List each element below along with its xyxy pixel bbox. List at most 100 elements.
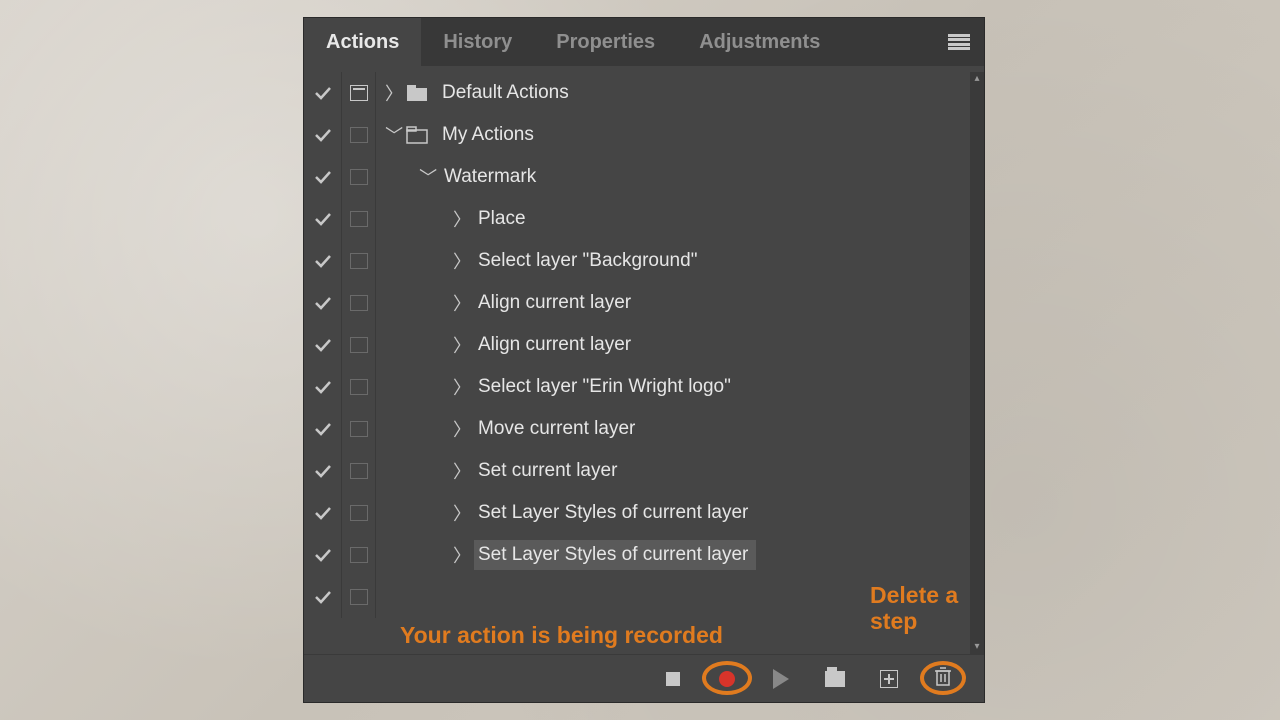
action-row-watermark[interactable]: 〉 Watermark — [304, 156, 984, 198]
actionset-row-myactions[interactable]: 〉 My Actions — [304, 114, 984, 156]
toggle-dialog[interactable] — [342, 576, 376, 618]
step-row[interactable]: 〉Align current layer — [304, 282, 984, 324]
new-set-button[interactable] — [822, 666, 848, 692]
step-row[interactable] — [304, 576, 984, 618]
chevron-right-icon[interactable]: 〉 — [450, 206, 474, 232]
step-label: Move current layer — [474, 414, 643, 444]
scroll-down-icon[interactable]: ▾ — [970, 640, 984, 654]
trash-icon — [933, 665, 953, 692]
dialog-icon — [350, 169, 368, 185]
step-label: Select layer "Background" — [474, 246, 705, 276]
dialog-icon — [350, 85, 368, 101]
new-action-button[interactable] — [876, 666, 902, 692]
dialog-icon — [350, 295, 368, 311]
toggle-dialog[interactable] — [342, 282, 376, 324]
chevron-right-icon[interactable]: 〉 — [450, 248, 474, 274]
chevron-down-icon[interactable]: 〉 — [381, 123, 407, 147]
toggle-check[interactable] — [304, 282, 342, 324]
toggle-dialog[interactable] — [342, 114, 376, 156]
step-row[interactable]: 〉Set current layer — [304, 450, 984, 492]
toggle-dialog[interactable] — [342, 324, 376, 366]
tab-history[interactable]: History — [421, 18, 534, 66]
toggle-check[interactable] — [304, 198, 342, 240]
toggle-check[interactable] — [304, 408, 342, 450]
toggle-check[interactable] — [304, 72, 342, 114]
chevron-right-icon[interactable]: 〉 — [450, 458, 474, 484]
step-row[interactable]: 〉Move current layer — [304, 408, 984, 450]
step-label: Set current layer — [474, 456, 625, 486]
actionset-label: Default Actions — [438, 78, 577, 108]
tab-actions[interactable]: Actions — [304, 18, 421, 66]
chevron-down-icon[interactable]: 〉 — [415, 165, 441, 189]
tab-properties[interactable]: Properties — [534, 18, 677, 66]
stop-icon — [666, 672, 680, 686]
dialog-icon — [350, 337, 368, 353]
hamburger-icon — [948, 34, 970, 50]
step-label: Place — [474, 204, 534, 234]
toggle-dialog[interactable] — [342, 408, 376, 450]
chevron-right-icon[interactable]: 〉 — [450, 332, 474, 358]
actionset-label: My Actions — [438, 120, 542, 150]
step-row-selected[interactable]: 〉Set Layer Styles of current layer — [304, 534, 984, 576]
chevron-right-icon[interactable]: 〉 — [450, 290, 474, 316]
dialog-icon — [350, 547, 368, 563]
dialog-icon — [350, 211, 368, 227]
step-row[interactable]: 〉Select layer "Background" — [304, 240, 984, 282]
toggle-check[interactable] — [304, 240, 342, 282]
toggle-check[interactable] — [304, 366, 342, 408]
delete-button[interactable] — [930, 666, 956, 692]
step-label: Align current layer — [474, 288, 639, 318]
scrollbar[interactable]: ▴ ▾ — [970, 72, 984, 654]
dialog-icon — [350, 505, 368, 521]
toggle-dialog[interactable] — [342, 72, 376, 114]
step-label: Select layer "Erin Wright logo" — [474, 372, 739, 402]
toggle-dialog[interactable] — [342, 534, 376, 576]
actions-panel: Actions History Properties Adjustments 〉… — [304, 18, 984, 702]
stop-button[interactable] — [660, 666, 686, 692]
dialog-icon — [350, 463, 368, 479]
plus-box-icon — [880, 670, 898, 688]
chevron-right-icon[interactable]: 〉 — [450, 374, 474, 400]
action-label: Watermark — [440, 162, 544, 192]
step-row[interactable]: 〉Align current layer — [304, 324, 984, 366]
toggle-check[interactable] — [304, 450, 342, 492]
step-row[interactable]: 〉Place — [304, 198, 984, 240]
toggle-dialog[interactable] — [342, 156, 376, 198]
panel-menu-button[interactable] — [934, 18, 984, 66]
play-icon — [773, 669, 789, 689]
step-row[interactable]: 〉Select layer "Erin Wright logo" — [304, 366, 984, 408]
scroll-up-icon[interactable]: ▴ — [970, 72, 984, 86]
dialog-icon — [350, 253, 368, 269]
chevron-right-icon[interactable]: 〉 — [450, 500, 474, 526]
chevron-right-icon[interactable]: 〉 — [450, 416, 474, 442]
toggle-check[interactable] — [304, 156, 342, 198]
dialog-icon — [350, 127, 368, 143]
step-row[interactable]: 〉Set Layer Styles of current layer — [304, 492, 984, 534]
dialog-icon — [350, 379, 368, 395]
record-button[interactable] — [714, 666, 740, 692]
toggle-check[interactable] — [304, 534, 342, 576]
toggle-check[interactable] — [304, 492, 342, 534]
step-label: Align current layer — [474, 330, 639, 360]
step-label: Set Layer Styles of current layer — [474, 498, 756, 528]
folder-open-icon — [406, 126, 428, 144]
panel-footer — [304, 654, 984, 702]
toggle-dialog[interactable] — [342, 240, 376, 282]
toggle-check[interactable] — [304, 576, 342, 618]
toggle-dialog[interactable] — [342, 366, 376, 408]
folder-icon — [825, 671, 845, 687]
toggle-check[interactable] — [304, 324, 342, 366]
toggle-dialog[interactable] — [342, 198, 376, 240]
folder-icon — [406, 84, 428, 102]
play-button[interactable] — [768, 666, 794, 692]
tab-adjustments[interactable]: Adjustments — [677, 18, 842, 66]
toggle-check[interactable] — [304, 114, 342, 156]
record-icon — [719, 671, 735, 687]
chevron-right-icon[interactable]: 〉 — [382, 80, 406, 106]
toggle-dialog[interactable] — [342, 450, 376, 492]
chevron-right-icon[interactable]: 〉 — [450, 542, 474, 568]
toggle-dialog[interactable] — [342, 492, 376, 534]
dialog-icon — [350, 421, 368, 437]
actionset-row-default[interactable]: 〉 Default Actions — [304, 72, 984, 114]
dialog-icon — [350, 589, 368, 605]
